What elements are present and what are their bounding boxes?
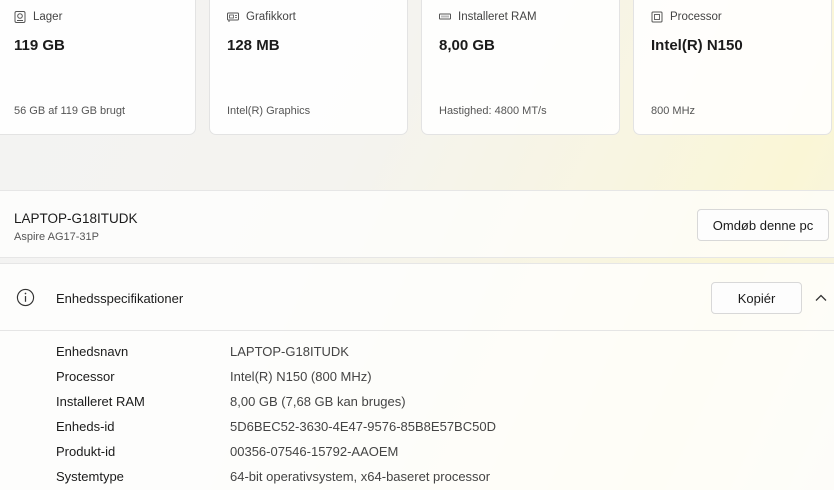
spec-value: 64-bit operativsystem, x64-baseret proce… (230, 469, 491, 484)
spec-row: Systemtype 64-bit operativsystem, x64-ba… (0, 469, 834, 490)
card-subtext: 800 MHz (651, 105, 696, 117)
spec-value: 8,00 GB (7,68 GB kan bruges) (230, 394, 406, 409)
spec-row: Enhedsnavn LAPTOP-G18ITUDK (0, 344, 834, 366)
card-title: Processor (670, 11, 722, 23)
storage-icon (14, 11, 26, 23)
device-specifications-header[interactable]: Enhedsspecifikationer Kopiér (0, 264, 834, 331)
processor-card[interactable]: Processor Intel(R) N150 800 MHz (633, 0, 832, 135)
card-value: 128 MB (227, 37, 280, 54)
spec-row: Installeret RAM 8,00 GB (7,68 GB kan bru… (0, 394, 834, 416)
spec-row: Enheds-id 5D6BEC52-3630-4E47-9576-85B8E5… (0, 419, 834, 441)
spec-label: Enhedsnavn (56, 344, 129, 359)
device-specifications-section: Enhedsspecifikationer Kopiér Enhedsnavn … (0, 263, 834, 490)
specifications-title: Enhedsspecifikationer (56, 291, 184, 306)
spec-value: 00356-07546-15792-AAOEM (230, 444, 399, 459)
device-model: Aspire AG17-31P (14, 231, 99, 243)
spec-label: Installeret RAM (56, 394, 145, 409)
info-icon (16, 288, 35, 307)
card-title: Lager (33, 11, 63, 23)
spec-label: Processor (56, 369, 115, 384)
card-value: Intel(R) N150 (651, 37, 743, 54)
spec-row: Produkt-id 00356-07546-15792-AAOEM (0, 444, 834, 466)
copy-button[interactable]: Kopiér (711, 282, 802, 314)
spec-row: Processor Intel(R) N150 (800 MHz) (0, 369, 834, 391)
processor-icon (651, 11, 663, 23)
spec-value: Intel(R) N150 (800 MHz) (230, 369, 372, 384)
chevron-up-icon[interactable] (814, 291, 828, 305)
storage-card[interactable]: Lager 119 GB 56 GB af 119 GB brugt (0, 0, 196, 135)
spec-label: Systemtype (56, 469, 124, 484)
card-value: 119 GB (14, 37, 65, 54)
graphics-card[interactable]: Grafikkort 128 MB Intel(R) Graphics (209, 0, 408, 135)
ram-card[interactable]: Installeret RAM 8,00 GB Hastighed: 4800 … (421, 0, 620, 135)
card-title: Grafikkort (246, 11, 296, 23)
rename-pc-button[interactable]: Omdøb denne pc (697, 209, 829, 241)
card-value: 8,00 GB (439, 37, 495, 54)
device-name-row: LAPTOP-G18ITUDK Aspire AG17-31P Omdøb de… (0, 190, 834, 258)
spec-value: LAPTOP-G18ITUDK (230, 344, 349, 359)
graphics-card-icon (227, 12, 239, 22)
card-subtext: Intel(R) Graphics (227, 105, 311, 117)
card-subtext: Hastighed: 4800 MT/s (439, 105, 547, 117)
hardware-summary-cards: Lager 119 GB 56 GB af 119 GB brugt Grafi… (0, 0, 834, 136)
ram-icon (439, 13, 451, 20)
spec-label: Produkt-id (56, 444, 116, 459)
spec-value: 5D6BEC52-3630-4E47-9576-85B8E57BC50D (230, 419, 496, 434)
card-subtext: 56 GB af 119 GB brugt (14, 105, 126, 117)
spec-label: Enheds-id (56, 419, 115, 434)
card-title: Installeret RAM (458, 11, 537, 23)
device-name: LAPTOP-G18ITUDK (14, 211, 138, 226)
